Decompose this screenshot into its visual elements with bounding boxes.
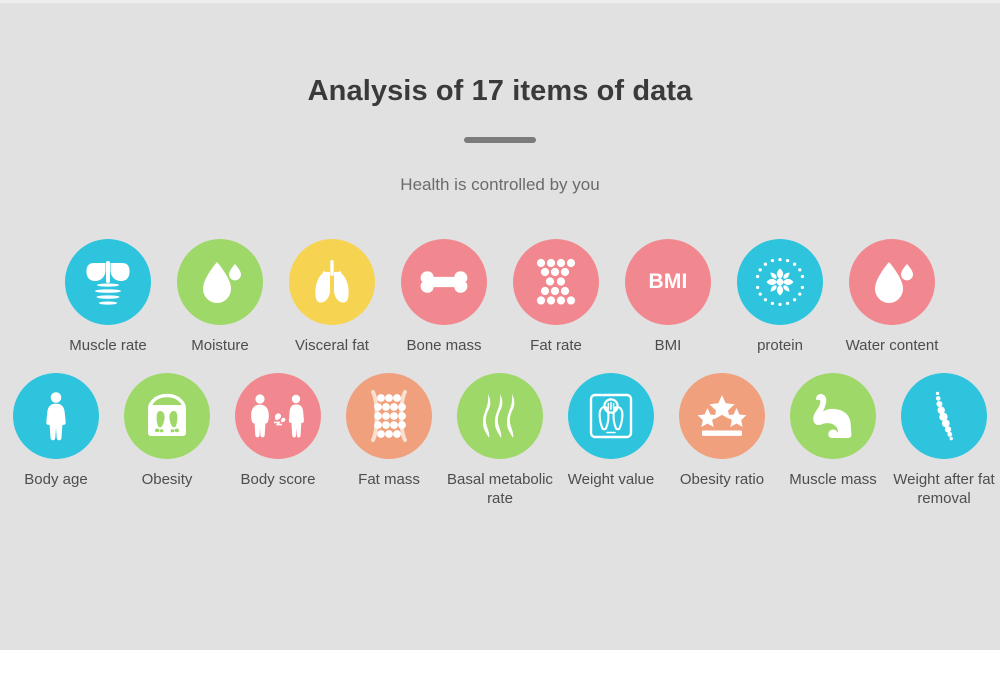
lungs-icon (308, 258, 356, 306)
metric-item-basal-metabolic-rate[interactable]: Basal metabolic rate (445, 372, 556, 510)
metric-row-1: Muscle rate Moisture Visceral fat Bone m… (0, 238, 1000, 356)
metric-label: Weight value (567, 470, 655, 488)
flexed-bicep-icon (808, 393, 858, 439)
metric-label: Obesity (141, 470, 193, 488)
metric-item-protein[interactable]: protein (724, 238, 836, 356)
metric-label: Visceral fat (295, 336, 369, 354)
person-silhouette-icon (40, 391, 72, 441)
metric-label: Fat rate (530, 336, 582, 354)
water-drop-icon (869, 258, 915, 306)
metric-bubble[interactable] (513, 238, 599, 325)
metric-bubble[interactable]: BMI (625, 238, 711, 325)
three-stars-icon (696, 394, 748, 438)
metric-bubble[interactable] (901, 372, 987, 459)
metric-item-muscle-rate[interactable]: Muscle rate (52, 238, 164, 356)
metric-item-obesity[interactable]: Obesity (112, 372, 223, 490)
metric-item-fat-rate[interactable]: Fat rate (500, 238, 612, 356)
metric-bubble[interactable] (679, 372, 765, 459)
spine-beads-icon (926, 390, 962, 442)
molecule-flower-icon (754, 256, 806, 308)
title-divider (464, 136, 536, 143)
metric-bubble[interactable] (289, 238, 375, 325)
weight-scale-outline-icon (587, 391, 635, 441)
metric-item-water-content[interactable]: Water content (836, 238, 948, 356)
fat-cells-hourglass-icon (532, 256, 580, 308)
metric-item-fat-mass[interactable]: Fat mass (334, 372, 445, 490)
metric-label: Moisture (191, 336, 249, 354)
metric-bubble[interactable] (457, 372, 543, 459)
metric-label: Body age (24, 470, 88, 488)
fat-cells-cluster-icon (364, 389, 414, 442)
metric-label: Muscle rate (69, 336, 147, 354)
metric-bubble[interactable] (790, 372, 876, 459)
metric-bubble[interactable] (235, 372, 321, 459)
metric-label: Water content (845, 336, 939, 354)
metric-bubble[interactable] (124, 372, 210, 459)
metric-bubble[interactable] (401, 238, 487, 325)
metric-row-2: Body age Obesity Body score Fat mass Bas… (0, 372, 1000, 510)
metric-bubble[interactable] (13, 372, 99, 459)
metric-label: protein (757, 336, 803, 354)
metric-item-body-age[interactable]: Body age (1, 372, 112, 490)
metric-item-body-score[interactable]: Body score (223, 372, 334, 490)
two-body-shapes-icon (249, 393, 307, 439)
metric-bubble[interactable] (849, 238, 935, 325)
metric-label: Obesity ratio (679, 470, 765, 488)
bone-icon (418, 268, 470, 296)
panel-top-edge (0, 0, 1000, 3)
metric-item-visceral-fat[interactable]: Visceral fat (276, 238, 388, 356)
header: Analysis of 17 items of data Health is c… (0, 0, 1000, 196)
metric-item-obesity-ratio[interactable]: Obesity ratio (667, 372, 778, 490)
metric-bubble[interactable] (177, 238, 263, 325)
metric-label: Weight after fat removal (893, 470, 995, 508)
metric-bubble[interactable] (568, 372, 654, 459)
metric-item-bmi[interactable]: BMI BMI (612, 238, 724, 356)
metric-item-weight-value[interactable]: Weight value (556, 372, 667, 490)
metric-label: Muscle mass (789, 470, 877, 488)
metric-item-weight-after-fat-removal[interactable]: Weight after fat removal (889, 372, 1000, 510)
heat-waves-icon (478, 392, 522, 440)
metric-label: Fat mass (358, 470, 420, 488)
infographic-panel: Analysis of 17 items of data Health is c… (0, 0, 1000, 650)
metric-bubble[interactable] (737, 238, 823, 325)
divider-wrapper (0, 136, 1000, 143)
bmi-text-icon: BMI (648, 269, 688, 293)
torso-ribcage-icon (84, 257, 132, 307)
metric-item-moisture[interactable]: Moisture (164, 238, 276, 356)
metric-label: Bone mass (406, 336, 482, 354)
metric-bubble[interactable] (65, 238, 151, 325)
metric-item-muscle-mass[interactable]: Muscle mass (778, 372, 889, 490)
metric-label: Body score (240, 470, 316, 488)
metric-bubble[interactable] (346, 372, 432, 459)
metric-grid: Muscle rate Moisture Visceral fat Bone m… (0, 238, 1000, 510)
page-title: Analysis of 17 items of data (307, 75, 693, 107)
metric-label: BMI (654, 336, 682, 354)
metric-item-bone-mass[interactable]: Bone mass (388, 238, 500, 356)
metric-label: Basal metabolic rate (447, 470, 553, 508)
scale-footprints-icon (142, 392, 192, 440)
page-subtitle: Health is controlled by you (400, 174, 600, 194)
water-drop-icon (197, 258, 243, 306)
